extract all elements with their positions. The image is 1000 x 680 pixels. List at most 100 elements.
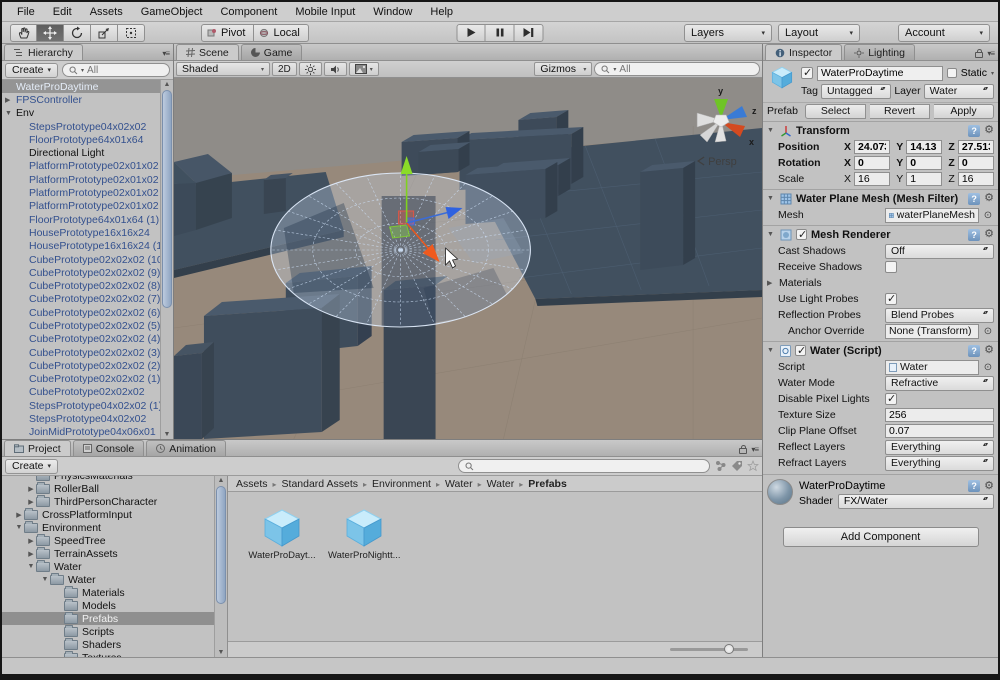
lock-icon[interactable] [739,448,747,454]
hierarchy-item[interactable]: PlatformPrototype02x01x02 [2,160,173,173]
rotation-y-field[interactable] [906,156,942,170]
static-checkbox[interactable] [947,68,957,78]
hierarchy-item[interactable]: CubePrototype02x02x02 (3) [2,346,173,359]
hierarchy-item[interactable]: FloorPrototype64x01x64 (1) [2,213,173,226]
breadcrumb-assets[interactable]: Assets [236,478,282,490]
mesh-filter-header[interactable]: ▼ Water Plane Mesh (Mesh Filter) [763,189,998,207]
help-icon[interactable] [968,125,980,137]
water-mode-dropdown[interactable]: Refractive [885,376,994,391]
foldout-icon[interactable]: ▼ [767,347,776,354]
water-plane-disc[interactable] [271,173,531,328]
menu-edit[interactable]: Edit [44,4,81,20]
hierarchy-item[interactable]: ▶FPSController [2,93,173,106]
tree-item[interactable]: ▶RollerBall [2,482,227,495]
gameobject-name-field[interactable] [817,66,943,81]
hierarchy-item[interactable]: StepsPrototype04x02x02 [2,412,173,425]
scale-z-field[interactable] [958,172,994,186]
hierarchy-item[interactable]: ▼Env [2,107,173,120]
tab-project[interactable]: Project [4,440,71,456]
breadcrumb-standard-assets[interactable]: Standard Assets [282,478,372,490]
local-toggle-button[interactable]: Local [254,24,308,42]
tab-game[interactable]: Game [241,44,303,60]
tree-item[interactable]: ▼Water [2,573,227,586]
tree-item[interactable]: ▶SpeedTree [2,534,227,547]
gear-icon[interactable] [984,193,994,204]
layers-dropdown[interactable]: Layers▾ [684,24,772,42]
menu-help[interactable]: Help [421,4,462,20]
pane-menu-icon[interactable]: ▾≡ [751,445,758,454]
clip-plane-offset-field[interactable] [885,424,994,438]
search-by-label-icon[interactable] [731,460,743,472]
menu-mobile-input[interactable]: Mobile Input [286,4,364,20]
project-search[interactable] [458,459,710,473]
breadcrumb-environment[interactable]: Environment [372,478,445,490]
rotation-z-field[interactable] [958,156,994,170]
favorites-star-icon[interactable] [747,460,759,472]
gear-icon[interactable] [984,229,994,240]
breadcrumb-water[interactable]: Water [445,478,487,490]
menu-gameobject[interactable]: GameObject [132,4,212,20]
component-enabled-checkbox[interactable] [796,229,807,240]
step-button[interactable] [515,24,544,42]
position-y-field[interactable] [906,140,942,154]
tree-item[interactable]: ▼Water [2,560,227,573]
scrollbar-thumb[interactable] [162,90,172,308]
shader-dropdown[interactable]: FX/Water [838,494,994,509]
tab-hierarchy[interactable]: Hierarchy [4,44,83,60]
disable-pixel-lights-checkbox[interactable] [885,393,897,405]
prefab-apply-button[interactable]: Apply [934,104,994,119]
search-by-type-icon[interactable] [714,460,727,472]
scrollbar-thumb[interactable] [216,486,226,604]
pivot-toggle-button[interactable]: Pivot [201,24,254,42]
breadcrumb-water2[interactable]: Water [487,478,529,490]
project-tree-scrollbar[interactable]: ▲ ▼ [214,476,227,657]
tree-item[interactable]: ▶ThirdPersonCharacter [2,495,227,508]
hierarchy-create-button[interactable]: Create▾ [5,63,58,78]
hierarchy-item[interactable]: CubePrototype02x02x02 (2) [2,359,173,372]
hierarchy-item[interactable]: PlatformPrototype02x01x02 [2,186,173,199]
hierarchy-search[interactable]: ▾ [62,63,170,77]
rotation-x-field[interactable] [854,156,890,170]
tree-item[interactable]: Textures [2,651,227,657]
tree-item[interactable]: Scripts [2,625,227,638]
hierarchy-item[interactable]: FloorPrototype64x01x64 [2,133,173,146]
play-button[interactable] [457,24,486,42]
hierarchy-item[interactable]: CubePrototype02x02x02 (1) [2,373,173,386]
tag-dropdown[interactable]: Untagged [821,84,891,99]
scroll-up-icon[interactable]: ▲ [215,477,227,484]
hierarchy-item[interactable]: CubePrototype02x02x02 (9) [2,266,173,279]
tab-lighting[interactable]: Lighting [844,44,915,60]
object-picker-icon[interactable]: ⊙ [982,362,994,373]
tab-scene[interactable]: Scene [176,44,239,60]
scale-x-field[interactable] [854,172,890,186]
tab-animation[interactable]: Animation [146,440,226,456]
gear-icon[interactable] [984,481,994,492]
scene-search[interactable]: ▾ [594,62,760,76]
tree-item[interactable]: ▶CrossPlatformInput [2,508,227,521]
asset-waterpronighttime[interactable]: WaterProNightt... [328,506,400,561]
hierarchy-item[interactable]: Directional Light [2,146,173,159]
help-icon[interactable] [968,480,980,492]
position-z-field[interactable] [958,140,994,154]
hierarchy-item[interactable]: StepsPrototype04x02x02 [2,120,173,133]
project-search-input[interactable] [477,461,703,472]
tree-item[interactable]: Shaders [2,638,227,651]
hierarchy-scrollbar[interactable]: ▲ ▼ [160,80,173,439]
menu-window[interactable]: Window [364,4,421,20]
account-dropdown[interactable]: Account▾ [898,24,990,42]
hierarchy-item[interactable]: CubePrototype02x02x02 (10) [2,253,173,266]
scene-effects-dropdown[interactable]: ▾ [349,62,379,76]
slider-knob[interactable] [724,644,734,654]
hierarchy-item[interactable]: JoinMidPrototype04x06x01 [2,426,173,439]
scene-audio-toggle[interactable] [324,62,347,76]
menu-component[interactable]: Component [211,4,286,20]
tree-item[interactable]: Materials [2,586,227,599]
help-icon[interactable] [968,229,980,241]
reflection-probes-dropdown[interactable]: Blend Probes [885,308,994,323]
script-object-field[interactable]: Water [885,360,979,375]
layer-dropdown[interactable]: Water [924,84,994,99]
rotate-tool-button[interactable] [64,24,91,42]
scale-y-field[interactable] [906,172,942,186]
tab-console[interactable]: Console [73,440,145,456]
add-component-button[interactable]: Add Component [783,527,979,547]
